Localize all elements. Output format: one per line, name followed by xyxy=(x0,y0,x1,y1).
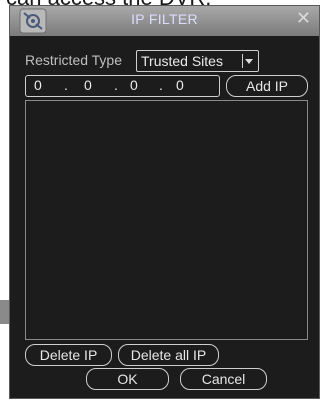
ip-separator: . xyxy=(159,77,163,93)
add-ip-button[interactable]: Add IP xyxy=(226,75,308,97)
restricted-type-label: Restricted Type xyxy=(25,52,123,68)
ip-filter-dialog: IP FILTER ✕ Restricted Type Trusted Site… xyxy=(9,5,320,399)
restricted-type-value: Trusted Sites xyxy=(141,53,223,69)
delete-ip-button[interactable]: Delete IP xyxy=(25,344,112,366)
ip-list[interactable] xyxy=(25,100,308,340)
ip-address-input[interactable]: 0 . 0 . 0 . 0 xyxy=(25,75,220,97)
ip-separator: . xyxy=(64,77,68,93)
delete-all-ip-button[interactable]: Delete all IP xyxy=(118,344,219,366)
cancel-button[interactable]: Cancel xyxy=(180,368,267,390)
ip-octet-4[interactable]: 0 xyxy=(176,77,184,93)
ip-octet-2[interactable]: 0 xyxy=(84,77,92,93)
close-icon[interactable]: ✕ xyxy=(296,9,311,27)
dialog-title: IP FILTER xyxy=(131,11,198,27)
ok-button[interactable]: OK xyxy=(86,368,169,390)
chevron-down-icon[interactable] xyxy=(242,54,255,68)
left-edge-strip xyxy=(0,300,9,324)
restricted-type-select[interactable]: Trusted Sites xyxy=(136,50,259,72)
ip-octet-3[interactable]: 0 xyxy=(130,77,138,93)
title-bar: IP FILTER ✕ xyxy=(10,6,319,36)
ip-octet-1[interactable]: 0 xyxy=(34,77,42,93)
ip-separator: . xyxy=(114,77,118,93)
